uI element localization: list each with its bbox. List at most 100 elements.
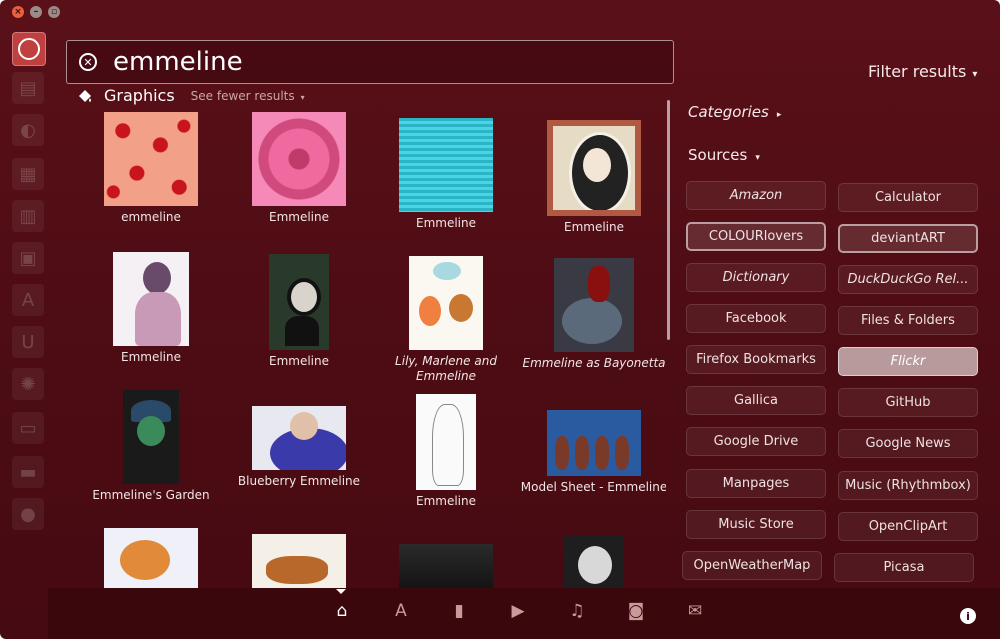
launcher-app-2-icon[interactable]: ◐ xyxy=(12,114,44,146)
result-item[interactable] xyxy=(371,544,521,590)
source-filter-button[interactable]: Music (Rhythmbox) xyxy=(838,471,978,500)
result-item[interactable]: Emmeline as Bayonetta xyxy=(519,258,666,371)
source-filter-button[interactable]: Flickr xyxy=(838,347,978,376)
launcher-app-6-icon[interactable]: A xyxy=(12,284,44,316)
result-item[interactable]: Lily, Marlene and Emmeline xyxy=(371,256,521,384)
result-item[interactable] xyxy=(76,528,226,590)
home-lens-icon[interactable]: ⌂ xyxy=(331,600,353,622)
launcher-app-10-icon[interactable]: ▬ xyxy=(12,456,44,488)
source-filter-button[interactable]: deviantART xyxy=(838,224,978,253)
source-filter-button[interactable]: Calculator xyxy=(838,183,978,212)
result-caption: Lily, Marlene and Emmeline xyxy=(395,354,497,383)
results-grid: emmeline Emmeline Emmeline Emmeline Emme… xyxy=(76,110,666,590)
files-lens-icon[interactable]: ▮ xyxy=(448,600,470,622)
result-thumbnail xyxy=(416,394,476,490)
source-filter-button[interactable]: OpenClipArt xyxy=(838,512,978,541)
source-filter-button[interactable]: Files & Folders xyxy=(838,306,978,335)
sources-label: Sources xyxy=(688,146,748,164)
result-caption: Model Sheet - Emmeline xyxy=(520,480,666,494)
chevron-down-icon: ▾ xyxy=(972,69,978,80)
source-filter-button[interactable]: Firefox Bookmarks xyxy=(686,345,826,374)
result-item[interactable]: Emmeline xyxy=(76,252,226,365)
source-filter-button[interactable]: GitHub xyxy=(838,388,978,417)
photos-lens-icon[interactable]: ◙ xyxy=(625,600,647,622)
result-item[interactable]: Emmeline's Garden xyxy=(76,390,226,503)
categories-toggle[interactable]: Categories ▸ xyxy=(688,103,781,121)
info-icon[interactable]: i xyxy=(960,608,976,624)
result-caption: Emmeline xyxy=(564,220,624,234)
sources-toggle[interactable]: Sources ▾ xyxy=(688,146,760,164)
search-box: ✕ xyxy=(66,40,674,84)
source-filter-button[interactable]: Facebook xyxy=(686,304,826,333)
filter-results-label: Filter results xyxy=(868,62,967,81)
result-caption: Blueberry Emmeline xyxy=(237,474,361,488)
dash-home-button[interactable] xyxy=(12,32,46,66)
result-item[interactable]: Emmeline xyxy=(519,120,666,235)
result-caption: Emmeline xyxy=(416,494,476,508)
source-filter-button[interactable]: Picasa xyxy=(834,553,974,582)
maximize-window-button[interactable]: ▫ xyxy=(48,6,60,18)
result-thumbnail xyxy=(547,410,641,476)
source-filter-button[interactable]: COLOURlovers xyxy=(686,222,826,251)
results-scrollbar[interactable] xyxy=(667,100,670,340)
result-item[interactable]: Emmeline xyxy=(224,112,374,225)
launcher-app-1-icon[interactable]: ▤ xyxy=(12,72,44,104)
result-item[interactable]: Emmeline xyxy=(224,254,374,369)
chevron-right-icon: ▸ xyxy=(776,110,782,120)
source-filter-button[interactable]: DuckDuckGo Rel... xyxy=(838,265,978,294)
source-filter-button[interactable]: Amazon xyxy=(686,181,826,210)
paint-bucket-icon xyxy=(79,89,91,102)
launcher-app-8-icon[interactable]: ✺ xyxy=(12,368,44,400)
result-thumbnail xyxy=(252,534,346,590)
result-thumbnail xyxy=(399,118,493,212)
close-window-button[interactable]: × xyxy=(12,6,24,18)
result-thumbnail xyxy=(409,256,483,350)
result-item[interactable]: Emmeline xyxy=(371,394,521,509)
result-caption: emmeline xyxy=(121,210,181,224)
filter-results-toggle[interactable]: Filter results ▾ xyxy=(868,62,977,81)
result-item[interactable]: Model Sheet - Emmeline xyxy=(519,410,666,495)
result-caption: Emmeline xyxy=(269,210,329,224)
see-fewer-results-link[interactable]: See fewer results ▾ xyxy=(191,89,305,103)
minimize-window-button[interactable]: – xyxy=(30,6,42,18)
result-item[interactable]: Blueberry Emmeline xyxy=(224,406,374,489)
source-filter-button[interactable]: Dictionary xyxy=(686,263,826,292)
result-item[interactable]: Emmeline xyxy=(371,118,521,231)
result-thumbnail xyxy=(554,258,634,352)
result-item[interactable] xyxy=(519,536,666,590)
see-fewer-label: See fewer results xyxy=(190,88,295,103)
categories-label: Categories xyxy=(688,103,769,121)
source-filter-button[interactable]: Music Store xyxy=(686,510,826,539)
result-item[interactable]: emmeline xyxy=(76,112,226,225)
result-thumbnail xyxy=(123,390,179,484)
result-thumbnail xyxy=(113,252,189,346)
result-caption: Emmeline's Garden xyxy=(92,488,210,502)
result-thumbnail xyxy=(104,112,198,206)
result-thumbnail xyxy=(252,406,346,470)
launcher-app-5-icon[interactable]: ▣ xyxy=(12,242,44,274)
launcher-app-4-icon[interactable]: ▥ xyxy=(12,200,44,232)
result-thumbnail xyxy=(564,536,624,590)
source-filter-button[interactable]: OpenWeatherMap xyxy=(682,551,822,580)
source-filter-button[interactable]: Google News xyxy=(838,429,978,458)
launcher-app-9-icon[interactable]: ▭ xyxy=(12,412,44,444)
result-item[interactable] xyxy=(224,534,374,590)
video-lens-icon[interactable]: ▶ xyxy=(507,600,529,622)
social-lens-icon[interactable]: ✉ xyxy=(684,600,706,622)
launcher-app-11-icon[interactable]: ● xyxy=(12,498,44,530)
source-filter-button[interactable]: Gallica xyxy=(686,386,826,415)
chevron-down-icon: ▾ xyxy=(755,153,760,163)
search-input[interactable] xyxy=(111,46,635,78)
result-thumbnail xyxy=(252,112,346,206)
graphics-category-header: Graphics See fewer results ▾ xyxy=(76,86,305,105)
result-caption: Emmeline xyxy=(121,350,181,364)
result-thumbnail xyxy=(104,528,198,590)
launcher-app-7-icon[interactable]: U xyxy=(12,326,44,358)
result-thumbnail xyxy=(269,254,329,350)
music-lens-icon[interactable]: ♫ xyxy=(566,600,588,622)
launcher-app-3-icon[interactable]: ▦ xyxy=(12,158,44,190)
clear-search-icon[interactable]: ✕ xyxy=(79,53,97,71)
source-filter-button[interactable]: Manpages xyxy=(686,469,826,498)
applications-lens-icon[interactable]: A xyxy=(390,600,412,622)
source-filter-button[interactable]: Google Drive xyxy=(686,427,826,456)
